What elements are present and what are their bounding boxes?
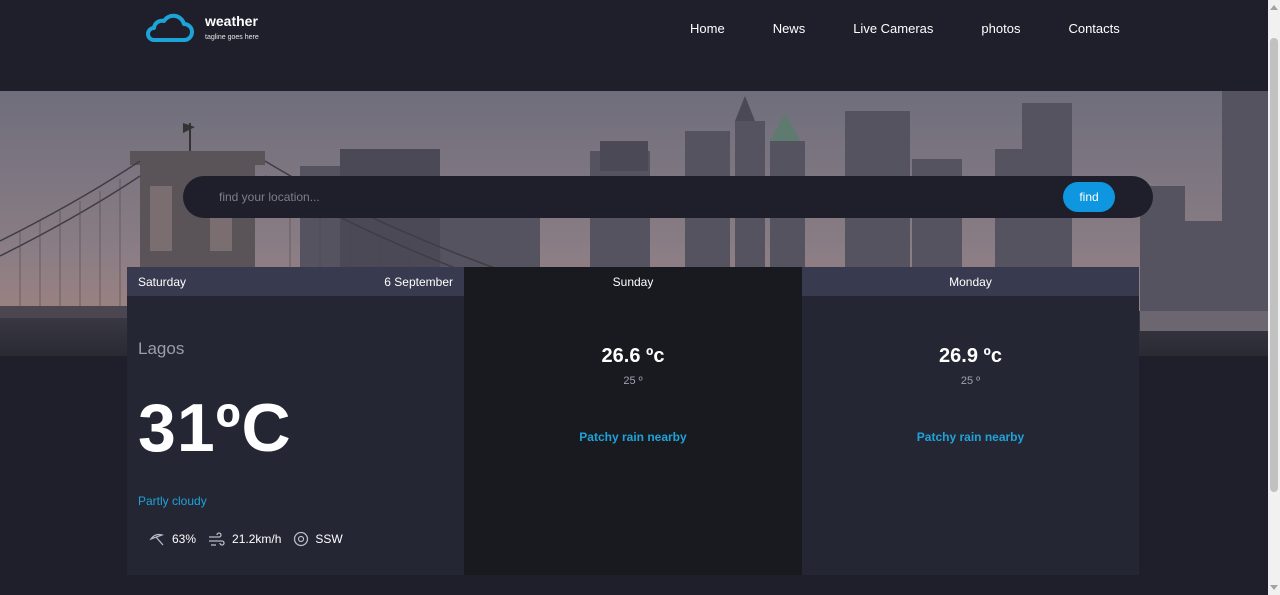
humidity-stat: 63% <box>149 532 196 547</box>
today-date: 6 September <box>384 274 453 289</box>
wind-direction-value: SSW <box>315 532 343 546</box>
site-header: weather tagline goes here Home News Live… <box>0 0 1268 91</box>
nav-live-cameras[interactable]: Live Cameras <box>853 22 933 36</box>
forecast-min-temp: 25 º <box>960 375 981 387</box>
wind-speed-value: 21.2km/h <box>232 532 282 546</box>
scroll-up-arrow-icon[interactable] <box>1270 5 1278 10</box>
forecast-panel: Saturday 6 September Lagos 31ºC Partly c… <box>127 267 1139 575</box>
forecast-day: Sunday <box>612 274 654 289</box>
forecast-max-temp: 26.6 ºc <box>601 345 665 367</box>
weather-stats: 63% 21.2km/h SSW <box>149 531 355 547</box>
forecast-day-header: Monday <box>802 267 1139 296</box>
location-name: Lagos <box>138 339 185 358</box>
nav-home[interactable]: Home <box>690 22 725 36</box>
forecast-max-temp: 26.9 ºc <box>939 345 1002 367</box>
nav-contacts[interactable]: Contacts <box>1068 22 1119 36</box>
today-card: Saturday 6 September Lagos 31ºC Partly c… <box>127 267 464 575</box>
logo[interactable]: weather tagline goes here <box>144 12 259 44</box>
wind-speed-stat: 21.2km/h <box>208 531 282 547</box>
forecast-day: Monday <box>949 274 992 289</box>
find-button[interactable]: find <box>1063 182 1115 212</box>
forecast-condition: Patchy rain nearby <box>579 430 687 444</box>
current-condition: Partly cloudy <box>138 494 207 508</box>
wind-direction-stat: SSW <box>293 531 343 547</box>
forecast-min-temp: 25 º <box>623 375 643 387</box>
site-tagline: tagline goes here <box>205 34 259 41</box>
compass-icon <box>294 531 309 547</box>
main-nav: Home News Live Cameras photos Contacts <box>690 22 1120 36</box>
forecast-card-sunday: Sunday 26.6 ºc 25 º Patchy rain nearby <box>464 267 802 575</box>
humidity-value: 63% <box>172 532 197 546</box>
search-bar: find <box>183 176 1153 218</box>
forecast-day-header: Sunday <box>464 267 802 296</box>
current-temperature: 31ºC <box>138 390 292 466</box>
forecast-card-monday: Monday 26.9 ºc 25 º Patchy rain nearby <box>802 267 1139 575</box>
scroll-down-arrow-icon[interactable] <box>1270 585 1278 590</box>
forecast-condition: Patchy rain nearby <box>916 430 1025 444</box>
nav-photos[interactable]: photos <box>981 22 1020 36</box>
location-search-input[interactable] <box>219 187 1039 207</box>
site-title: weather <box>205 13 258 29</box>
today-header: Saturday 6 September <box>127 267 464 296</box>
nav-news[interactable]: News <box>773 22 806 36</box>
cloud-logo-icon <box>146 13 194 42</box>
today-day: Saturday <box>138 274 187 289</box>
wind-icon <box>209 531 225 546</box>
scrollbar-thumb[interactable] <box>1270 38 1278 492</box>
umbrella-icon <box>149 533 165 545</box>
page-scrollbar[interactable] <box>1268 0 1280 595</box>
